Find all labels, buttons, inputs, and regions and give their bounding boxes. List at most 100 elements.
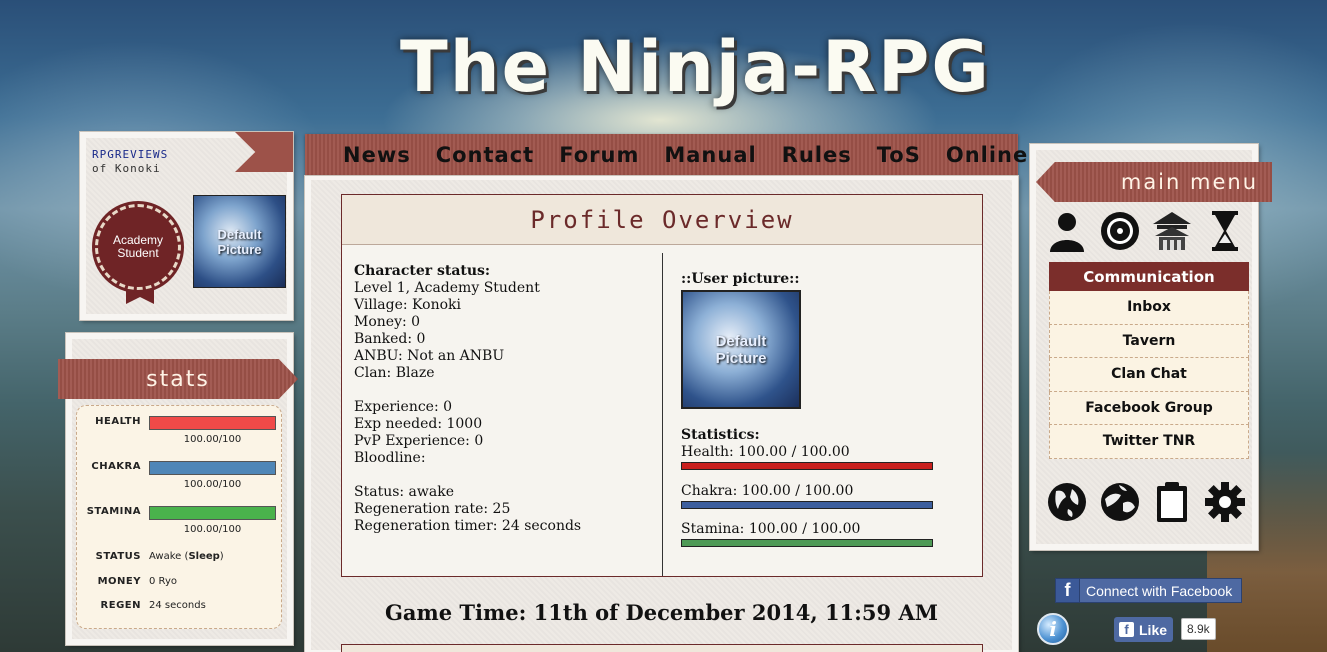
character-status-heading: Character status:: [354, 263, 491, 279]
bloodline-line: Bloodline:: [354, 450, 426, 466]
sleep-link[interactable]: Sleep: [188, 551, 219, 562]
user-picture[interactable]: Default Picture: [681, 290, 801, 409]
chakra-stat-bar: [681, 501, 933, 509]
avatar[interactable]: Default Picture: [193, 195, 286, 288]
hourglass-icon[interactable]: [1204, 210, 1246, 252]
avatar-line1: Default: [217, 226, 262, 242]
stat-stamina-value: 100.00/100: [183, 524, 242, 535]
facebook-f-icon: f: [1056, 579, 1080, 602]
facebook-like-button[interactable]: f Like: [1114, 617, 1173, 642]
nav-rules[interactable]: Rules: [782, 143, 852, 167]
rpgreviews-line1: RPGREVIEWS: [92, 148, 169, 161]
stat-health-value: 100.00/100: [183, 434, 242, 445]
next-section-box: [341, 644, 983, 652]
chakra-stat-text: Chakra: 100.00 / 100.00: [681, 483, 854, 499]
overview-divider: [662, 253, 663, 576]
health-stat-bar: [681, 462, 933, 470]
stamina-stat-bar: [681, 539, 933, 547]
stat-chakra-value: 100.00/100: [183, 479, 242, 490]
main-menu-panel: main menu Communication Inbox Tavern Clan …: [1030, 144, 1272, 550]
regen-rate-line: Regeneration rate: 25: [354, 501, 511, 517]
facebook-like-label: Like: [1139, 621, 1168, 638]
stat-status-value: Awake (Sleep): [149, 551, 224, 562]
banked-line: Banked: 0: [354, 331, 426, 347]
profile-panel: RPGREVIEWS of Konoki Academy Student Def…: [80, 132, 293, 320]
top-nav: News Contact Forum Manual Rules ToS Online: [305, 134, 1027, 176]
rpgreviews-link[interactable]: RPGREVIEWS of Konoki: [92, 148, 168, 176]
statistics-heading: Statistics:: [681, 427, 760, 443]
overview-title: Profile Overview: [342, 195, 982, 245]
globe-icon[interactable]: [1046, 481, 1088, 523]
menu-item-facebook-group[interactable]: Facebook Group: [1049, 391, 1249, 425]
bottom-icon-row: [1046, 481, 1246, 523]
stamina-stat-text: Stamina: 100.00 / 100.00: [681, 521, 861, 537]
gear-icon[interactable]: [1204, 481, 1246, 523]
level-line: Level 1, Academy Student: [354, 280, 540, 296]
menu-item-clan-chat[interactable]: Clan Chat: [1049, 358, 1249, 392]
user-picture-heading: ::User picture::: [681, 271, 800, 287]
facebook-connect-label: Connect with Facebook: [1086, 582, 1233, 599]
main-menu-title: main menu: [1036, 162, 1272, 202]
stats-box: HEALTH 100.00/100 CHAKRA 100.00/100 STAM…: [76, 405, 282, 629]
stat-chakra-label: CHAKRA: [91, 461, 141, 472]
rpgreviews-line2: of Konoki: [92, 162, 161, 175]
target-icon[interactable]: [1099, 210, 1141, 252]
menu-item-tavern[interactable]: Tavern: [1049, 324, 1249, 358]
site-logo[interactable]: The Ninja-RPG: [400, 12, 989, 122]
stats-panel: stats HEALTH 100.00/100 CHAKRA 100.00/10…: [58, 333, 298, 645]
nav-manual[interactable]: Manual: [664, 143, 756, 167]
stat-regen-label: REGEN: [100, 600, 141, 611]
character-status: Character status: Level 1, Academy Stude…: [354, 263, 654, 535]
nav-forum[interactable]: Forum: [559, 143, 639, 167]
content-panel: Profile Overview Character status: Level…: [305, 176, 1018, 652]
village-line: Village: Konoki: [354, 297, 461, 313]
info-icon[interactable]: i: [1037, 613, 1069, 645]
top-icon-row: [1046, 210, 1246, 252]
user-picture-line1: Default: [715, 332, 767, 350]
game-time: Game Time: 11th of December 2014, 11:59 …: [384, 600, 938, 625]
clipboard-icon[interactable]: [1151, 481, 1193, 523]
menu-item-twitter-tnr[interactable]: Twitter TNR: [1049, 425, 1249, 459]
facebook-like-count: 8.9k: [1181, 618, 1216, 640]
user-icon[interactable]: [1046, 210, 1088, 252]
stat-money-value: 0 Ryo: [149, 576, 177, 587]
nav-tos[interactable]: ToS: [877, 143, 921, 167]
profile-flag: [235, 132, 293, 172]
profile-overview: Profile Overview Character status: Level…: [341, 194, 983, 577]
menu-item-inbox[interactable]: Inbox: [1049, 291, 1249, 325]
user-picture-line2: Picture: [715, 349, 767, 367]
nav-news[interactable]: News: [343, 143, 411, 167]
exp-needed-line: Exp needed: 1000: [354, 416, 483, 432]
rank-badge: Academy Student: [95, 204, 181, 290]
communication-header[interactable]: Communication: [1049, 262, 1249, 291]
stat-regen-value: 24 seconds: [149, 600, 206, 611]
regen-timer-line: Regeneration timer: 24 seconds: [354, 518, 582, 534]
experience-line: Experience: 0: [354, 399, 453, 415]
clan-line: Clan: Blaze: [354, 365, 435, 381]
nav-online[interactable]: Online: [946, 143, 1028, 167]
stat-stamina-label: STAMINA: [86, 506, 141, 517]
stamina-bar: [149, 506, 276, 520]
world-map-icon[interactable]: [1099, 481, 1141, 523]
chakra-bar: [149, 461, 276, 475]
stat-health-label: HEALTH: [95, 416, 141, 427]
stat-money-label: MONEY: [97, 576, 141, 587]
status-line: Status: awake: [354, 484, 455, 500]
facebook-f-icon: f: [1119, 622, 1134, 637]
pvp-line: PvP Experience: 0: [354, 433, 484, 449]
nav-contact[interactable]: Contact: [436, 143, 535, 167]
money-line: Money: 0: [354, 314, 421, 330]
facebook-connect-button[interactable]: f Connect with Facebook: [1055, 578, 1242, 603]
status-text: Awake: [149, 551, 182, 562]
temple-icon[interactable]: [1151, 210, 1193, 252]
health-stat-text: Health: 100.00 / 100.00: [681, 444, 850, 460]
stats-title: stats: [58, 359, 298, 399]
user-picture-section: ::User picture:: Default Picture Statist…: [681, 271, 971, 547]
avatar-line2: Picture: [217, 241, 262, 257]
health-bar: [149, 416, 276, 430]
communication-menu: Communication Inbox Tavern Clan Chat Facebo…: [1049, 262, 1249, 459]
stat-status-label: STATUS: [95, 551, 141, 562]
anbu-line: ANBU: Not an ANBU: [354, 348, 505, 364]
